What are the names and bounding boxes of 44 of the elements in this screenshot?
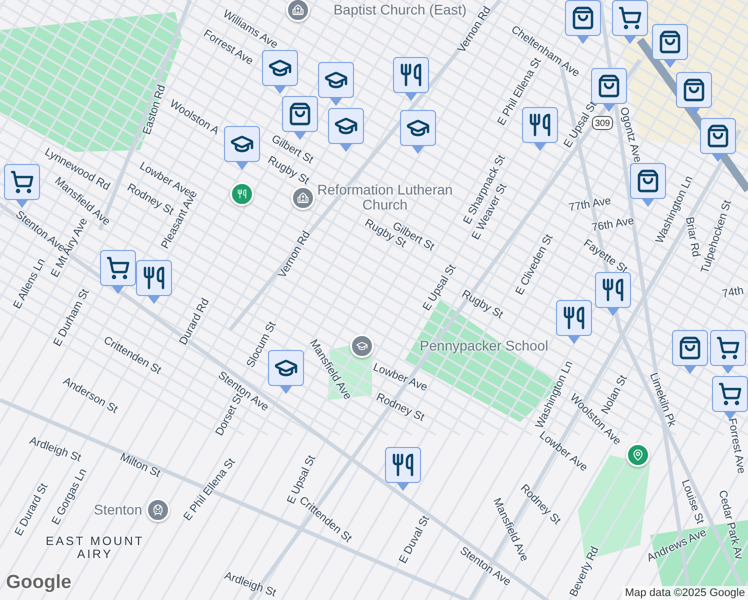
church-icon[interactable] (286, 0, 310, 22)
grocery-marker-icon[interactable] (4, 164, 40, 208)
place-label: Pennypacker School (420, 338, 548, 354)
school-marker-icon[interactable] (328, 108, 364, 152)
school-icon[interactable] (350, 334, 374, 358)
place-label: Baptist Church (East) (333, 2, 467, 18)
school-marker-icon[interactable] (318, 62, 354, 106)
place-label: Stenton (94, 502, 142, 518)
restaurant-marker-icon[interactable] (393, 57, 429, 101)
school-marker-icon[interactable] (224, 126, 260, 170)
restaurant-marker-icon[interactable] (385, 447, 421, 491)
shopping-marker-icon[interactable] (565, 0, 601, 44)
place-label: Reformation Lutheran Church (316, 182, 454, 214)
map-attribution: Map data ©2025 Google (622, 586, 748, 600)
school-marker-icon[interactable] (268, 350, 304, 394)
church-icon[interactable] (291, 186, 315, 210)
school-marker-icon[interactable] (400, 110, 436, 154)
shopping-marker-icon[interactable] (652, 24, 688, 68)
street-label: Ogontz Ave (617, 106, 643, 164)
grocery-marker-icon[interactable] (712, 376, 748, 420)
restaurant-marker-icon[interactable] (522, 107, 558, 151)
street-label: Easton Rd (142, 84, 168, 136)
restaurant-marker-icon[interactable] (136, 260, 172, 304)
shopping-marker-icon[interactable] (700, 118, 736, 162)
shopping-marker-icon[interactable] (676, 72, 712, 116)
area-label: EAST MOUNT AIRY (44, 534, 146, 562)
grocery-marker-icon[interactable] (612, 0, 648, 44)
street-label: Briar Rd (683, 216, 701, 258)
grocery-marker-icon[interactable] (710, 330, 746, 374)
restaurant-marker-icon[interactable] (556, 300, 592, 344)
train-icon[interactable] (146, 498, 170, 522)
street-label: Louise St (678, 478, 706, 526)
street-label: Forrest Ave (726, 417, 746, 475)
shopping-marker-icon[interactable] (672, 330, 708, 374)
restaurant-marker-icon[interactable] (595, 272, 631, 316)
highway-shield: 309 (592, 116, 614, 130)
map-logo: Google (6, 572, 72, 594)
school-marker-icon[interactable] (262, 50, 298, 94)
street-label: Cedar Park Av (716, 489, 744, 561)
grocery-marker-icon[interactable] (100, 250, 136, 294)
street-label: 77th Ave (568, 196, 612, 214)
park-pin-icon[interactable] (626, 443, 650, 467)
street-label: 74th (722, 286, 744, 300)
street-label: 76th Ave (591, 216, 635, 234)
